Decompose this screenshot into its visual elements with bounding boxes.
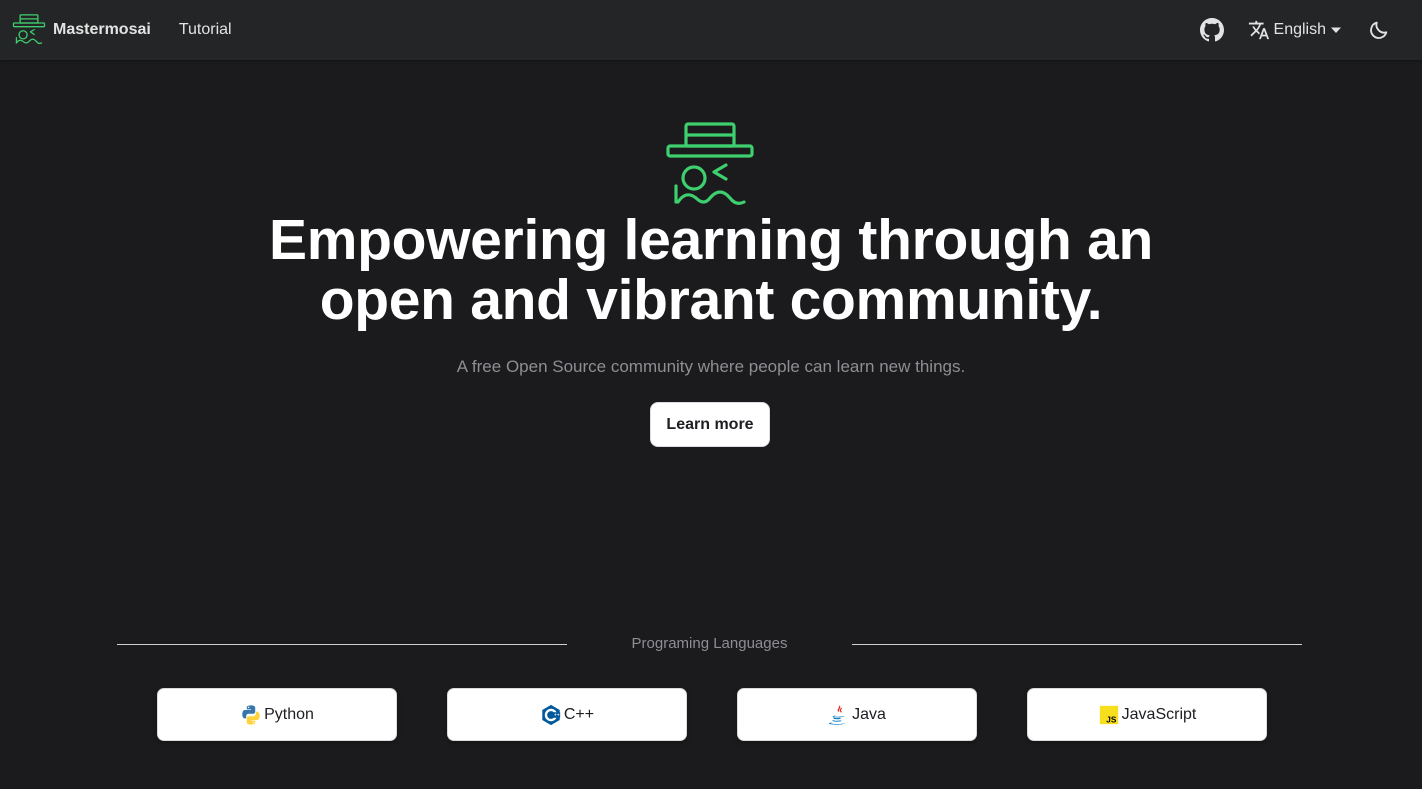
top-navbar: Mastermosai Tutorial English <box>0 0 1422 60</box>
hero-subtitle: A free Open Source community where peopl… <box>456 357 966 376</box>
javascript-icon: JS <box>1099 705 1118 724</box>
hero-title-line-2: open and vibrant community. <box>319 268 1103 332</box>
language-label: English <box>1273 21 1326 38</box>
learn-more-button[interactable]: Learn more <box>650 402 770 447</box>
mastermosai-hero-logo-icon <box>666 122 754 205</box>
section-divider: Programing Languages <box>117 634 1302 654</box>
github-icon <box>1199 18 1224 42</box>
brand-link[interactable]: Mastermosai <box>12 13 151 47</box>
hero-title-line-1: Empowering learning through an <box>268 208 1154 272</box>
language-dropdown[interactable]: English <box>1248 19 1342 41</box>
language-card-label: C++ <box>563 705 595 723</box>
language-card-label: JavaScript <box>1121 705 1197 723</box>
python-icon <box>242 704 260 725</box>
github-link[interactable] <box>1199 18 1248 42</box>
chevron-down-icon <box>1331 27 1341 33</box>
cpp-icon <box>542 704 561 725</box>
language-card-javascript[interactable]: JS JavaScript <box>1027 688 1267 741</box>
language-card-java[interactable]: Java <box>737 688 977 741</box>
divider-line-right <box>852 644 1302 645</box>
translate-icon <box>1248 20 1269 40</box>
brand-name: Mastermosai <box>53 21 151 38</box>
theme-toggle-button[interactable] <box>1368 19 1390 41</box>
nav-link-tutorial[interactable]: Tutorial <box>179 21 232 39</box>
svg-text:JS: JS <box>1106 715 1117 724</box>
language-card-cpp[interactable]: C++ <box>447 688 687 741</box>
moon-icon <box>1370 21 1388 39</box>
language-card-label: Java <box>852 705 886 723</box>
language-card-label: Python <box>264 705 314 723</box>
java-icon <box>829 705 846 725</box>
mastermosai-logo-icon <box>12 14 46 45</box>
language-card-python[interactable]: Python <box>157 688 397 741</box>
navbar-right: English <box>1199 0 1390 60</box>
hero-title: Empowering learning through an open and … <box>0 210 1422 330</box>
